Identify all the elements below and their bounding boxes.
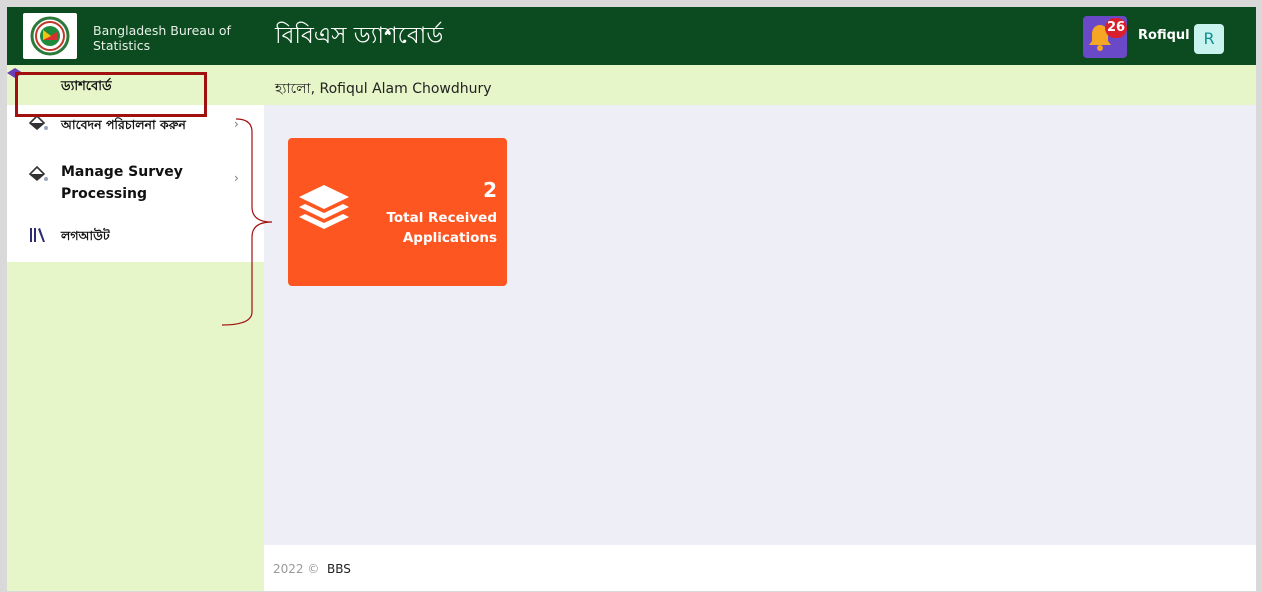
notification-count-badge: 26 bbox=[1105, 18, 1127, 38]
notification-button[interactable]: 26 bbox=[1083, 16, 1127, 58]
footer: 2022 © BBS bbox=[264, 545, 1256, 591]
card-count: 2 bbox=[483, 178, 497, 202]
app-title: বিবিএস ড্যাশবোর্ড bbox=[275, 23, 444, 49]
footer-copyright: 2022 © bbox=[273, 562, 320, 576]
card-label: Total Received Applications bbox=[386, 210, 497, 246]
greeting-text: হ্যালো, Rofiqul Alam Chowdhury bbox=[275, 81, 492, 97]
brace-annotation bbox=[221, 118, 273, 326]
avatar[interactable]: R bbox=[1194, 24, 1224, 54]
layers-icon bbox=[299, 185, 349, 229]
app-window: Bangladesh Bureau of Statistics বিবিএস ড… bbox=[7, 7, 1256, 591]
total-received-applications-card[interactable]: 2 Total Received Applications bbox=[288, 138, 507, 286]
footer-org-link[interactable]: BBS bbox=[327, 562, 351, 576]
greeting-bar: হ্যালো, Rofiqul Alam Chowdhury bbox=[264, 65, 1256, 105]
user-name[interactable]: Rofiqul bbox=[1138, 28, 1190, 43]
